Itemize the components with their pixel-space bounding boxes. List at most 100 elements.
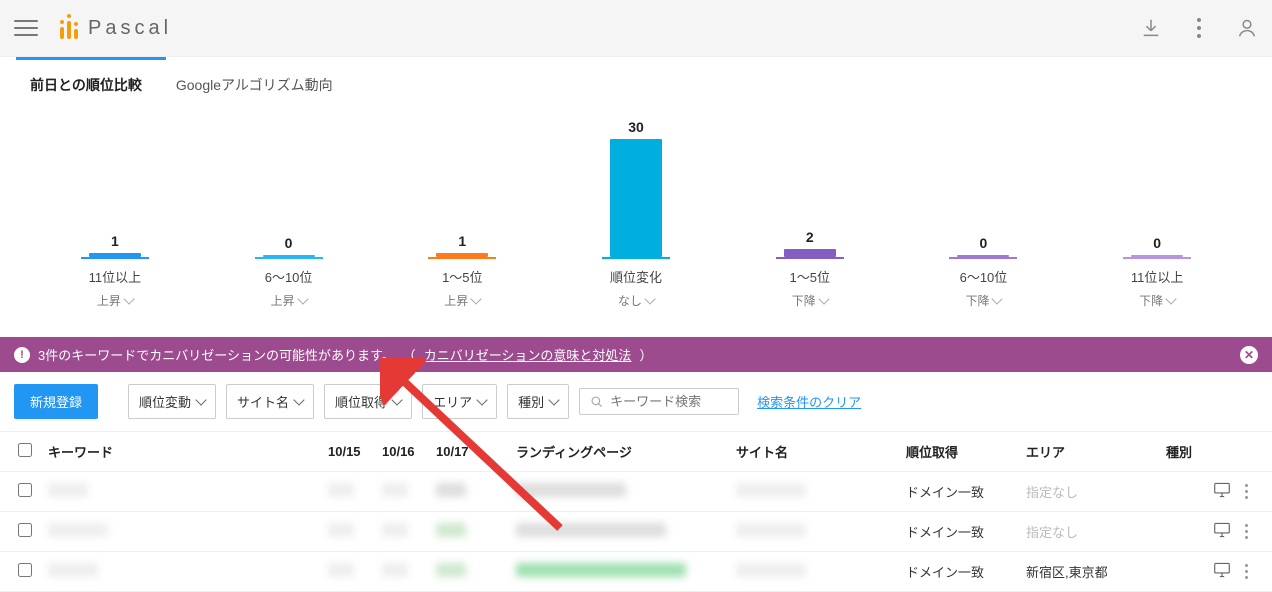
chart-value: 1 <box>458 233 466 249</box>
chart-subcategory[interactable]: 下降 <box>792 292 828 309</box>
chart-value: 0 <box>1153 235 1161 251</box>
monitor-icon[interactable] <box>1213 562 1231 581</box>
filter-エリア[interactable]: エリア <box>422 384 497 419</box>
table-row[interactable]: ドメイン一致新宿区,東京都 <box>0 552 1272 592</box>
table-row[interactable]: ドメイン一致指定なし <box>0 512 1272 552</box>
search-input[interactable] <box>579 388 739 415</box>
tab-rank-compare[interactable]: 前日との順位比較 <box>28 69 144 109</box>
row-checkbox[interactable] <box>18 523 32 537</box>
rank-cell <box>382 483 408 497</box>
rank-cell <box>436 563 466 577</box>
tab-label: Googleアルゴリズム動向 <box>176 77 333 93</box>
row-more-icon[interactable] <box>1245 484 1248 499</box>
keyword-cell <box>48 563 98 577</box>
chart-subcategory[interactable]: 上昇 <box>97 292 133 309</box>
search-field[interactable] <box>610 394 728 409</box>
chart-subcategory[interactable]: なし <box>618 292 654 309</box>
filter-サイト名[interactable]: サイト名 <box>226 384 314 419</box>
chart-bar <box>784 249 836 257</box>
chart-column[interactable]: 0 11位以上下降 <box>1070 119 1244 309</box>
chevron-down-icon <box>391 394 402 405</box>
filter-種別[interactable]: 種別 <box>507 384 569 419</box>
new-button[interactable]: 新規登録 <box>14 384 98 419</box>
rank-cell <box>328 483 354 497</box>
rank-type-cell: ドメイン一致 <box>898 512 1018 552</box>
col-date[interactable]: 10/17 <box>428 432 508 472</box>
rank-cell <box>382 523 408 537</box>
chart-column[interactable]: 11〜5位上昇 <box>375 119 549 309</box>
keyword-cell <box>48 483 88 497</box>
download-icon[interactable] <box>1140 17 1162 39</box>
chart-subcategory[interactable]: 下降 <box>965 292 1001 309</box>
chevron-down-icon <box>1166 293 1177 304</box>
chart-value: 30 <box>628 119 644 135</box>
chart-column[interactable]: 111位以上上昇 <box>28 119 202 309</box>
site-cell <box>736 483 806 497</box>
monitor-icon[interactable] <box>1213 482 1231 501</box>
alert-link[interactable]: カニバリゼーションの意味と対処法 <box>424 345 632 364</box>
chart-underline <box>1123 257 1191 259</box>
chart-category: 11位以上 <box>1131 267 1184 286</box>
user-icon[interactable] <box>1236 17 1258 39</box>
col-date[interactable]: 10/15 <box>320 432 374 472</box>
table-header-row: キーワード 10/15 10/16 10/17 ランディングページ サイト名 順… <box>0 432 1272 472</box>
select-all-checkbox[interactable] <box>18 443 32 457</box>
filter-順位変動[interactable]: 順位変動 <box>128 384 216 419</box>
filter-label: サイト名 <box>237 392 289 411</box>
chart-value: 0 <box>980 235 988 251</box>
col-landing[interactable]: ランディングページ <box>508 432 728 472</box>
rank-type-cell: ドメイン一致 <box>898 472 1018 512</box>
chart-underline <box>949 257 1017 259</box>
chart-subcategory[interactable]: 上昇 <box>271 292 307 309</box>
filter-label: 順位取得 <box>335 392 387 411</box>
col-type[interactable]: 種別 <box>1158 432 1272 472</box>
alert-icon: ! <box>14 347 30 363</box>
keyword-cell <box>48 523 108 537</box>
search-icon <box>590 395 604 409</box>
row-checkbox[interactable] <box>18 483 32 497</box>
col-site[interactable]: サイト名 <box>728 432 898 472</box>
row-more-icon[interactable] <box>1245 564 1248 579</box>
chart-underline <box>776 257 844 259</box>
chart-underline <box>255 257 323 259</box>
brand-name: Pascal <box>88 17 172 40</box>
app-header: Pascal <box>0 0 1272 56</box>
alert-close-button[interactable]: ✕ <box>1240 346 1258 364</box>
col-date[interactable]: 10/16 <box>374 432 428 472</box>
chart-value: 0 <box>285 235 293 251</box>
tab-google-algo[interactable]: Googleアルゴリズム動向 <box>174 69 335 109</box>
filter-順位取得[interactable]: 順位取得 <box>324 384 412 419</box>
brand-logo[interactable]: Pascal <box>60 17 172 40</box>
monitor-icon[interactable] <box>1213 522 1231 541</box>
chart-column[interactable]: 21〜5位下降 <box>723 119 897 309</box>
table-row[interactable]: ドメイン一致指定なし <box>0 472 1272 512</box>
rank-cell <box>436 523 466 537</box>
brand-mark-icon <box>60 17 78 39</box>
col-keyword[interactable]: キーワード <box>40 432 320 472</box>
chart-column[interactable]: 30 順位変化なし <box>549 119 723 309</box>
chart-subcategory[interactable]: 下降 <box>1139 292 1175 309</box>
clear-filters-link[interactable]: 検索条件のクリア <box>757 392 861 411</box>
landing-cell <box>516 523 666 537</box>
tab-label: 前日との順位比較 <box>30 77 142 93</box>
area-cell: 指定なし <box>1018 512 1158 552</box>
row-checkbox[interactable] <box>18 563 32 577</box>
chart-category: 6〜10位 <box>265 267 313 286</box>
chart-value: 2 <box>806 229 814 245</box>
chart-category: 順位変化 <box>610 267 662 286</box>
chart-column[interactable]: 0 6〜10位上昇 <box>202 119 376 309</box>
filter-toolbar: 新規登録 順位変動 サイト名 順位取得 エリア種別 検索条件のクリア <box>0 372 1272 432</box>
cannibalization-alert: ! 3件のキーワードでカニバリゼーションの可能性があります。 （ カニバリゼーシ… <box>0 337 1272 372</box>
chart-subcategory[interactable]: 上昇 <box>444 292 480 309</box>
keyword-table: キーワード 10/15 10/16 10/17 ランディングページ サイト名 順… <box>0 432 1272 592</box>
col-rank[interactable]: 順位取得 <box>898 432 1018 472</box>
col-area[interactable]: エリア <box>1018 432 1158 472</box>
chart-column[interactable]: 06〜10位下降 <box>897 119 1071 309</box>
row-more-icon[interactable] <box>1245 524 1248 539</box>
chevron-down-icon <box>297 293 308 304</box>
chevron-down-icon <box>818 293 829 304</box>
menu-icon[interactable] <box>14 16 38 40</box>
more-icon[interactable] <box>1188 17 1210 39</box>
chart-underline <box>81 257 149 259</box>
rank-cell <box>436 483 466 497</box>
